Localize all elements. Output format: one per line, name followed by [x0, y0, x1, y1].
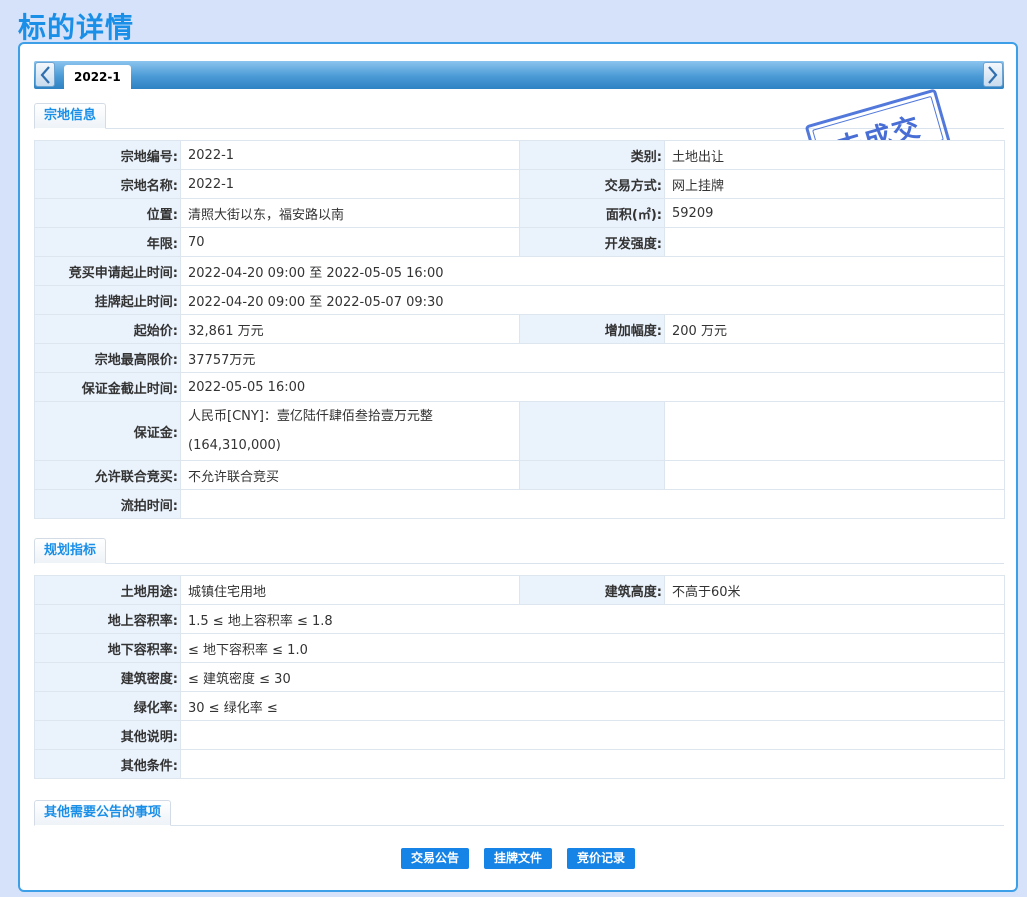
label-listing-period: 挂牌起止时间: — [34, 285, 181, 315]
label-trade-mode: 交易方式: — [519, 169, 665, 199]
value-empty — [664, 401, 1005, 461]
table-row: 宗地编号: 2022-1 类别: 土地出让 — [34, 140, 1005, 170]
value-deposit-line1: 人民币[CNY]：壹亿陆仟肆佰叁拾壹万元整 — [188, 409, 433, 424]
value-deposit-line2: (164,310,000) — [188, 438, 281, 453]
section-tag-land-info[interactable]: 宗地信息 — [34, 103, 107, 129]
label-area: 面积(㎡): — [519, 198, 665, 228]
chevron-right-icon — [988, 65, 998, 84]
label-other-cond: 其他条件: — [34, 749, 181, 779]
section-other: 其他需要公告的事项 — [34, 800, 1004, 826]
detail-panel: 2022-1 宗地信息 未成交 宗地编号: 2022-1 类别: 土地出让 宗地… — [18, 42, 1018, 892]
label-green: 绿化率: — [34, 691, 181, 721]
value-far-below: ≤ 地下容积率 ≤ 1.0 — [180, 633, 1005, 663]
tab-bar: 2022-1 — [34, 61, 1004, 89]
value-start-price: 32,861 万元 — [180, 314, 520, 344]
table-row: 保证金截止时间: 2022-05-05 16:00 — [34, 372, 1005, 402]
label-max-price: 宗地最高限价: — [34, 343, 181, 373]
label-empty — [519, 401, 665, 461]
label-density: 建筑密度: — [34, 662, 181, 692]
table-row: 保证金: 人民币[CNY]：壹亿陆仟肆佰叁拾壹万元整 (164,310,000) — [34, 401, 1005, 461]
value-other-cond — [180, 749, 1005, 779]
section-planning: 规划指标 — [34, 538, 1004, 564]
announcement-button[interactable]: 交易公告 — [400, 848, 469, 869]
value-area: 59209 — [664, 198, 1005, 228]
table-row: 宗地最高限价: 37757万元 — [34, 343, 1005, 373]
table-row: 地上容积率: 1.5 ≤ 地上容积率 ≤ 1.8 — [34, 604, 1005, 634]
table-row: 其他条件: — [34, 749, 1005, 779]
table-row: 年限: 70 开发强度: — [34, 227, 1005, 257]
label-location: 位置: — [34, 198, 181, 228]
value-density: ≤ 建筑密度 ≤ 30 — [180, 662, 1005, 692]
label-parcel-name: 宗地名称: — [34, 169, 181, 199]
value-term: 70 — [180, 227, 520, 257]
bid-records-button[interactable]: 竞价记录 — [567, 848, 636, 869]
label-land-use: 土地用途: — [34, 575, 181, 605]
table-row: 竞买申请起止时间: 2022-04-20 09:00 至 2022-05-05 … — [34, 256, 1005, 286]
label-failed-time: 流拍时间: — [34, 489, 181, 519]
label-dev-intensity: 开发强度: — [519, 227, 665, 257]
label-bid-apply-period: 竞买申请起止时间: — [34, 256, 181, 286]
chevron-left-icon — [40, 65, 50, 84]
table-row: 位置: 清照大街以东，福安路以南 面积(㎡): 59209 — [34, 198, 1005, 228]
label-term: 年限: — [34, 227, 181, 257]
table-row: 挂牌起止时间: 2022-04-20 09:00 至 2022-05-07 09… — [34, 285, 1005, 315]
value-far-above: 1.5 ≤ 地上容积率 ≤ 1.8 — [180, 604, 1005, 634]
value-parcel-no: 2022-1 — [180, 140, 520, 170]
label-far-below: 地下容积率: — [34, 633, 181, 663]
value-listing-period: 2022-04-20 09:00 至 2022-05-07 09:30 — [180, 285, 1005, 315]
table-row: 流拍时间: — [34, 489, 1005, 519]
tab-next-button[interactable] — [983, 62, 1003, 87]
value-category: 土地出让 — [664, 140, 1005, 170]
section-tag-planning[interactable]: 规划指标 — [34, 538, 107, 564]
label-far-above: 地上容积率: — [34, 604, 181, 634]
table-row: 其他说明: — [34, 720, 1005, 750]
value-other-desc — [180, 720, 1005, 750]
value-dev-intensity — [664, 227, 1005, 257]
page-title: 标的详情 — [18, 11, 135, 44]
value-failed-time — [180, 489, 1005, 519]
label-deposit-deadline: 保证金截止时间: — [34, 372, 181, 402]
table-row: 土地用途: 城镇住宅用地 建筑高度: 不高于60米 — [34, 575, 1005, 605]
label-start-price: 起始价: — [34, 314, 181, 344]
land-info-table: 宗地编号: 2022-1 类别: 土地出让 宗地名称: 2022-1 交易方式:… — [34, 140, 1005, 519]
value-location: 清照大街以东，福安路以南 — [180, 198, 520, 228]
label-building-height: 建筑高度: — [519, 575, 665, 605]
value-trade-mode: 网上挂牌 — [664, 169, 1005, 199]
listing-docs-button[interactable]: 挂牌文件 — [483, 848, 552, 869]
value-green: 30 ≤ 绿化率 ≤ — [180, 691, 1005, 721]
table-row: 地下容积率: ≤ 地下容积率 ≤ 1.0 — [34, 633, 1005, 663]
table-row: 建筑密度: ≤ 建筑密度 ≤ 30 — [34, 662, 1005, 692]
section-tag-other[interactable]: 其他需要公告的事项 — [34, 800, 172, 826]
value-building-height: 不高于60米 — [664, 575, 1005, 605]
label-category: 类别: — [519, 140, 665, 170]
label-other-desc: 其他说明: — [34, 720, 181, 750]
value-deposit-deadline: 2022-05-05 16:00 — [180, 372, 1005, 402]
value-bid-apply-period: 2022-04-20 09:00 至 2022-05-05 16:00 — [180, 256, 1005, 286]
label-joint-bid: 允许联合竞买: — [34, 460, 181, 490]
label-increment: 增加幅度: — [519, 314, 665, 344]
value-joint-bid: 不允许联合竞买 — [180, 460, 520, 490]
label-deposit: 保证金: — [34, 401, 181, 461]
value-parcel-name: 2022-1 — [180, 169, 520, 199]
label-empty — [519, 460, 665, 490]
value-land-use: 城镇住宅用地 — [180, 575, 520, 605]
tab-2022-1[interactable]: 2022-1 — [64, 65, 131, 89]
planning-table: 土地用途: 城镇住宅用地 建筑高度: 不高于60米 地上容积率: 1.5 ≤ 地… — [34, 575, 1005, 779]
label-parcel-no: 宗地编号: — [34, 140, 181, 170]
table-row: 起始价: 32,861 万元 增加幅度: 200 万元 — [34, 314, 1005, 344]
value-deposit: 人民币[CNY]：壹亿陆仟肆佰叁拾壹万元整 (164,310,000) — [180, 401, 520, 461]
table-row: 绿化率: 30 ≤ 绿化率 ≤ — [34, 691, 1005, 721]
table-row: 宗地名称: 2022-1 交易方式: 网上挂牌 — [34, 169, 1005, 199]
tab-prev-button[interactable] — [35, 62, 55, 87]
value-max-price: 37757万元 — [180, 343, 1005, 373]
value-increment: 200 万元 — [664, 314, 1005, 344]
value-empty — [664, 460, 1005, 490]
table-row: 允许联合竞买: 不允许联合竞买 — [34, 460, 1005, 490]
action-buttons: 交易公告 挂牌文件 竞价记录 — [20, 848, 1016, 869]
